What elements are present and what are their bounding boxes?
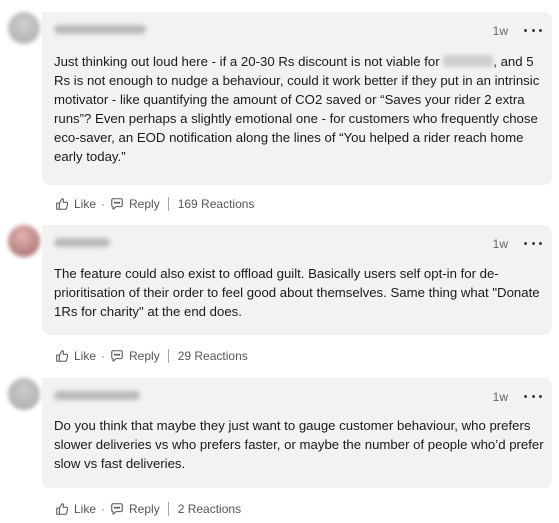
reply-label: Reply: [129, 197, 160, 211]
comment-text-part: Just thinking out loud here - if a 20-30…: [54, 54, 444, 69]
like-label: Like: [74, 502, 97, 516]
speech-bubble-icon: [111, 503, 123, 515]
action-separator: ·: [101, 349, 106, 363]
avatar[interactable]: [8, 12, 40, 44]
speech-bubble-icon: [111, 198, 123, 210]
reactions-count[interactable]: 29 Reactions: [178, 349, 248, 363]
divider: [167, 197, 169, 211]
author-name-redacted[interactable]: [54, 25, 146, 34]
comment-timestamp: 1w: [492, 24, 508, 38]
avatar[interactable]: [8, 225, 40, 257]
like-label: Like: [74, 349, 97, 363]
reply-button[interactable]: Reply: [110, 197, 160, 211]
reactions-count[interactable]: 169 Reactions: [178, 197, 255, 211]
comment-actions: Like · Reply 29 Reactions: [55, 347, 248, 365]
reply-button[interactable]: Reply: [110, 502, 160, 516]
divider: [167, 349, 169, 363]
action-separator: ·: [101, 197, 106, 211]
author-name-redacted[interactable]: [54, 238, 110, 247]
like-button[interactable]: Like: [55, 197, 96, 211]
comment-actions: Like · Reply 169 Reactions: [55, 195, 254, 213]
thumbs-up-icon: [56, 198, 69, 210]
action-separator: ·: [101, 502, 106, 516]
more-options-icon[interactable]: [524, 25, 542, 35]
comment-text: The feature could also exist to offload …: [54, 266, 540, 319]
comment-timestamp: 1w: [492, 237, 508, 251]
comment-actions: Like · Reply 2 Reactions: [55, 500, 241, 518]
redacted-text: [443, 55, 494, 67]
like-button[interactable]: Like: [55, 349, 96, 363]
thumbs-up-icon: [56, 503, 69, 515]
divider: [167, 502, 169, 516]
comment-bubble: 1w The feature could also exist to offlo…: [42, 225, 552, 335]
avatar[interactable]: [8, 378, 40, 410]
comment-bubble: 1w Just thinking out loud here - if a 20…: [42, 12, 552, 185]
reactions-count[interactable]: 2 Reactions: [178, 502, 241, 516]
reply-button[interactable]: Reply: [110, 349, 160, 363]
comment-text-part: , and 5 Rs is not enough to nudge a beha…: [54, 54, 540, 164]
speech-bubble-icon: [111, 350, 123, 362]
comment-bubble: 1w Do you think that maybe they just wan…: [42, 378, 552, 488]
like-label: Like: [74, 197, 97, 211]
author-name-redacted[interactable]: [54, 391, 140, 400]
reply-label: Reply: [129, 349, 160, 363]
like-button[interactable]: Like: [55, 502, 96, 516]
thumbs-up-icon: [56, 350, 69, 362]
reply-label: Reply: [129, 502, 160, 516]
comment-timestamp: 1w: [492, 390, 508, 404]
comment-text: Do you think that maybe they just want t…: [54, 418, 544, 471]
more-options-icon[interactable]: [524, 238, 542, 248]
more-options-icon[interactable]: [524, 391, 542, 401]
comment-text: Just thinking out loud here - if a 20-30…: [54, 52, 544, 166]
